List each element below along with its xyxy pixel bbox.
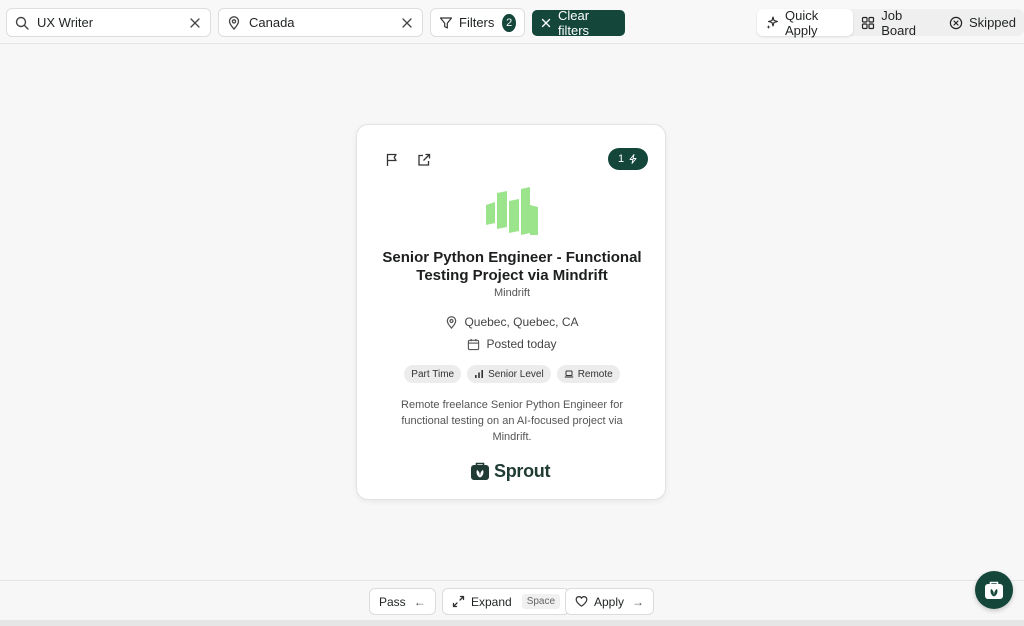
job-source: Sprout xyxy=(470,461,551,482)
expand-button[interactable]: Expand Space xyxy=(442,588,571,615)
mode-job-board[interactable]: Job Board xyxy=(853,7,941,38)
arrow-right-icon: → xyxy=(632,594,645,609)
mode-quick-apply-label: Quick Apply xyxy=(785,7,819,38)
filter-icon xyxy=(439,16,453,30)
laptop-icon xyxy=(564,369,574,379)
apply-label: Apply xyxy=(594,594,625,609)
sprout-logo-icon xyxy=(984,581,1004,600)
apply-button[interactable]: Apply → xyxy=(565,588,655,615)
tag-work-mode: Remote xyxy=(556,365,620,383)
expand-shortcut-key: Space xyxy=(521,594,561,609)
mode-job-board-label: Job Board xyxy=(881,7,916,38)
view-mode-switcher: Quick Apply Job Board Skipped xyxy=(757,7,1024,38)
job-location-text: Quebec, Quebec, CA xyxy=(464,315,579,329)
boost-count: 1 xyxy=(617,153,625,165)
assistant-fab-button[interactable] xyxy=(975,571,1013,609)
sparkles-icon xyxy=(765,15,779,30)
location-search-value[interactable]: Canada xyxy=(249,15,400,30)
circle-x-icon xyxy=(949,16,963,30)
mode-quick-apply[interactable]: Quick Apply xyxy=(757,7,854,38)
heart-icon xyxy=(575,595,588,608)
job-posted-text: Posted today xyxy=(486,337,557,351)
search-icon xyxy=(15,16,29,30)
pass-label: Pass xyxy=(379,594,406,609)
clear-keyword-icon[interactable] xyxy=(188,16,202,30)
top-bar: UX Writer Canada Filters 2 Clear filters xyxy=(0,0,1024,44)
job-tags: Part Time Senior Level Remote xyxy=(357,365,667,383)
mode-skipped[interactable]: Skipped xyxy=(941,9,1024,36)
close-icon xyxy=(540,17,552,29)
sprout-logo-icon xyxy=(470,462,490,481)
external-link-icon[interactable] xyxy=(416,152,432,168)
keyword-search-field[interactable]: UX Writer xyxy=(6,8,211,37)
job-posted: Posted today xyxy=(357,337,667,351)
arrow-left-icon: ← xyxy=(413,594,426,609)
tag-seniority: Senior Level xyxy=(467,365,551,383)
company-logo xyxy=(485,185,539,237)
boost-badge[interactable]: 1 xyxy=(608,148,648,170)
location-search-field[interactable]: Canada xyxy=(218,8,423,37)
bottom-strip xyxy=(0,620,1024,626)
filters-button[interactable]: Filters 2 xyxy=(430,8,525,37)
expand-icon xyxy=(452,595,465,608)
pass-button[interactable]: Pass ← xyxy=(369,588,436,615)
action-bar: Pass ← Expand Space Apply → xyxy=(0,580,1024,620)
job-location: Quebec, Quebec, CA xyxy=(357,315,667,329)
job-card[interactable]: 1 Senior Python Engineer - Functional Te… xyxy=(356,124,666,500)
clear-filters-button[interactable]: Clear filters xyxy=(532,8,625,38)
source-name: Sprout xyxy=(494,461,551,481)
calendar-icon xyxy=(467,338,480,351)
company-name: Mindrift xyxy=(493,287,531,299)
clear-filters-label: Clear filters xyxy=(558,8,590,38)
bolt-icon xyxy=(628,154,638,164)
job-description: Remote freelance Senior Python Engineer … xyxy=(401,399,623,443)
signal-bars-icon xyxy=(474,369,484,379)
map-pin-icon xyxy=(227,15,241,30)
clear-location-icon[interactable] xyxy=(400,16,414,30)
job-title[interactable]: Senior Python Engineer - Functional Test… xyxy=(377,249,647,285)
mode-skipped-label: Skipped xyxy=(969,15,1016,30)
tag-label: Part Time xyxy=(411,368,455,380)
tag-label: Remote xyxy=(577,368,613,380)
flag-icon[interactable] xyxy=(384,152,400,168)
filters-label: Filters xyxy=(459,15,495,30)
tag-employment-type: Part Time xyxy=(404,365,462,383)
expand-label: Expand xyxy=(471,594,512,609)
map-pin-icon xyxy=(445,315,458,329)
filter-count-badge: 2 xyxy=(502,13,516,32)
keyword-search-value[interactable]: UX Writer xyxy=(37,15,188,30)
grid-icon xyxy=(861,16,875,30)
tag-label: Senior Level xyxy=(488,368,544,380)
